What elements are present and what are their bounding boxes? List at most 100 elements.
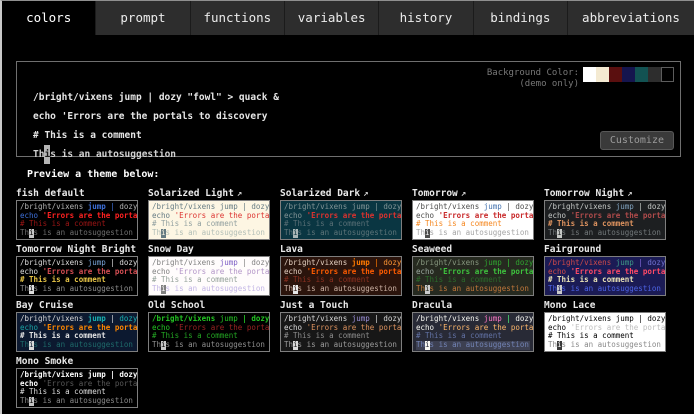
code-segment: echo (20, 379, 43, 388)
theme-preview-solarized-dark[interactable]: /bright/vixens jump | dozy "fowl" > quac… (280, 200, 402, 240)
code-segment: 'Errors are the portals to discovery (43, 267, 138, 276)
external-link-icon[interactable]: ↗ (627, 189, 632, 199)
theme-preview-just-a-touch[interactable]: /bright/vixens jump | dozy "fowl" > quac… (280, 312, 402, 352)
code-segment: s is an autosuggestion (34, 340, 133, 349)
theme-preview-old-school[interactable]: /bright/vixens jump | dozy "fowl" > quac… (148, 312, 270, 352)
theme-preview-tomorrow-night-bright[interactable]: /bright/vixens jump | dozy "fowl" > quac… (16, 256, 138, 296)
theme-card-bay-cruise: Bay Cruise/bright/vixens jump | dozy "fo… (16, 299, 138, 352)
code-segment: 'Errors are the portals to discovery (571, 211, 666, 220)
theme-title-tomorrow-night-bright[interactable]: Tomorrow Night Bright↗ (16, 243, 138, 256)
theme-title-mono-lace[interactable]: Mono Lace (544, 299, 666, 312)
tab-variables[interactable]: variables (284, 1, 378, 35)
preview-line: This is an autosuggestion (152, 285, 266, 294)
code-segment: s is an autosuggestion (562, 340, 661, 349)
code-segment: dozy (647, 258, 666, 267)
theme-preview-tomorrow-night[interactable]: /bright/vixens jump | dozy "fowl" > quac… (544, 200, 666, 240)
code-segment: echo 'Errors are the portals to discover… (33, 111, 268, 122)
preview-line: This is an autosuggestion (284, 285, 398, 294)
theme-preview-tomorrow[interactable]: /bright/vixens jump | dozy "fowl" > quac… (412, 200, 534, 240)
tab-bindings[interactable]: bindings (473, 1, 567, 35)
theme-title-fish-default[interactable]: fish default (16, 187, 138, 200)
code-segment: # This is a comment (20, 331, 106, 340)
background-color-label: Background Color: (demo only) (487, 68, 579, 89)
code-segment: Th (20, 340, 29, 349)
code-segment: # This is a comment (548, 275, 634, 284)
tab-colors[interactable]: colors (2, 1, 95, 35)
preview-line: This is an autosuggestion (152, 341, 266, 350)
theme-preview-fairground[interactable]: /bright/vixens jump | dozy "fowl" > quac… (544, 256, 666, 296)
theme-preview-snow-day[interactable]: /bright/vixens jump | dozy "fowl" > quac… (148, 256, 270, 296)
theme-preview-dracula[interactable]: /bright/vixens jump | dozy "fowl" > quac… (412, 312, 534, 352)
customize-button[interactable]: Customize (600, 131, 674, 150)
code-segment: s is an autosuggestion (430, 340, 529, 349)
code-segment: s is an autosuggestion (430, 228, 529, 237)
code-segment: s is an autosuggestion (166, 340, 265, 349)
code-segment: /bright/vixens jump | dozy (152, 202, 270, 211)
code-segment: echo (416, 267, 439, 276)
theme-card-solarized-light: Solarized Light↗/bright/vixens jump | do… (148, 187, 270, 240)
code-segment: # This is a comment (284, 275, 370, 284)
theme-preview-bay-cruise[interactable]: /bright/vixens jump | dozy "fowl" > quac… (16, 312, 138, 352)
external-link-icon[interactable]: ↗ (461, 189, 466, 199)
theme-title-mono-smoke[interactable]: Mono Smoke (16, 355, 138, 368)
code-segment: # This is a comment (548, 331, 634, 340)
bg-swatch-teal[interactable] (635, 67, 648, 82)
bg-swatch-cream[interactable] (596, 67, 609, 82)
theme-preview-solarized-light[interactable]: /bright/vixens jump | dozy "fowl" > quac… (148, 200, 270, 240)
theme-title-fairground[interactable]: Fairground (544, 243, 666, 256)
theme-preview-mono-smoke[interactable]: /bright/vixens jump | dozy "fowl" > quac… (16, 368, 138, 408)
code-segment: | dozy (238, 258, 270, 267)
tab-functions[interactable]: functions (190, 1, 284, 35)
theme-title-tomorrow-night[interactable]: Tomorrow Night↗ (544, 187, 666, 200)
code-segment: Th (152, 340, 161, 349)
theme-title-bay-cruise[interactable]: Bay Cruise (16, 299, 138, 312)
code-segment: 'Errors are the portals to discovery (307, 211, 402, 220)
theme-card-lava: Lava/bright/vixens jump | dozy "fowl" > … (280, 243, 402, 296)
bg-swatch-black[interactable] (661, 67, 674, 82)
bg-swatch-navy[interactable] (622, 67, 635, 82)
background-swatch-row (583, 67, 674, 82)
code-segment: Th (152, 284, 161, 293)
theme-card-fish-default: fish default/bright/vixens jump | dozy "… (16, 187, 138, 240)
theme-title-lava[interactable]: Lava (280, 243, 402, 256)
theme-preview-lava[interactable]: /bright/vixens jump | dozy "fowl" > quac… (280, 256, 402, 296)
code-segment: s is an autosuggestion (50, 149, 176, 160)
theme-title-tomorrow[interactable]: Tomorrow↗ (412, 187, 534, 200)
code-segment: jump (352, 258, 370, 267)
theme-title-snow-day[interactable]: Snow Day (148, 243, 270, 256)
tab-history[interactable]: history (378, 1, 472, 35)
bg-swatch-white[interactable] (583, 67, 596, 82)
code-segment: # This is a comment (152, 275, 238, 284)
code-segment: echo (548, 267, 571, 276)
code-segment: | (106, 202, 120, 211)
theme-title-seaweed[interactable]: Seaweed (412, 243, 534, 256)
external-link-icon[interactable]: ↗ (363, 189, 368, 199)
code-segment: Th (152, 228, 161, 237)
tab-bar: colorspromptfunctionsvariableshistorybin… (2, 1, 694, 35)
theme-preview-fish-default[interactable]: /bright/vixens jump | dozy "fowl" > quac… (16, 200, 138, 240)
code-segment: dozy (383, 258, 402, 267)
theme-preview-seaweed[interactable]: /bright/vixens jump | dozy "fowl" > quac… (412, 256, 534, 296)
theme-title-old-school[interactable]: Old School (148, 299, 270, 312)
code-segment: /bright/vixens (20, 258, 88, 267)
code-segment: 'Errors are the portals to discovery (439, 211, 534, 220)
theme-title-dracula[interactable]: Dracula (412, 299, 534, 312)
theme-card-fairground: Fairground/bright/vixens jump | dozy "fo… (544, 243, 666, 296)
code-segment: | (370, 258, 384, 267)
external-link-icon[interactable]: ↗ (237, 189, 242, 199)
tab-abbreviations[interactable]: abbreviations (567, 1, 694, 35)
code-segment: Th (20, 228, 29, 237)
bg-swatch-dark-gray[interactable] (648, 67, 661, 82)
code-segment: s is an autosuggestion (562, 228, 661, 237)
theme-title-solarized-light[interactable]: Solarized Light↗ (148, 187, 270, 200)
theme-card-just-a-touch: Just a Touch/bright/vixens jump | dozy "… (280, 299, 402, 352)
theme-title-just-a-touch[interactable]: Just a Touch (280, 299, 402, 312)
code-segment: jump (88, 258, 106, 267)
preview-line: This is an autosuggestion (284, 229, 398, 238)
theme-title-solarized-dark[interactable]: Solarized Dark↗ (280, 187, 402, 200)
tab-prompt[interactable]: prompt (95, 1, 189, 35)
code-segment: /bright/vixens jump | dozy "fowl" > quac… (20, 370, 138, 379)
code-segment: # This is a comment (33, 130, 142, 141)
theme-preview-mono-lace[interactable]: /bright/vixens jump | dozy "fowl" > quac… (544, 312, 666, 352)
bg-swatch-maroon[interactable] (609, 67, 622, 82)
